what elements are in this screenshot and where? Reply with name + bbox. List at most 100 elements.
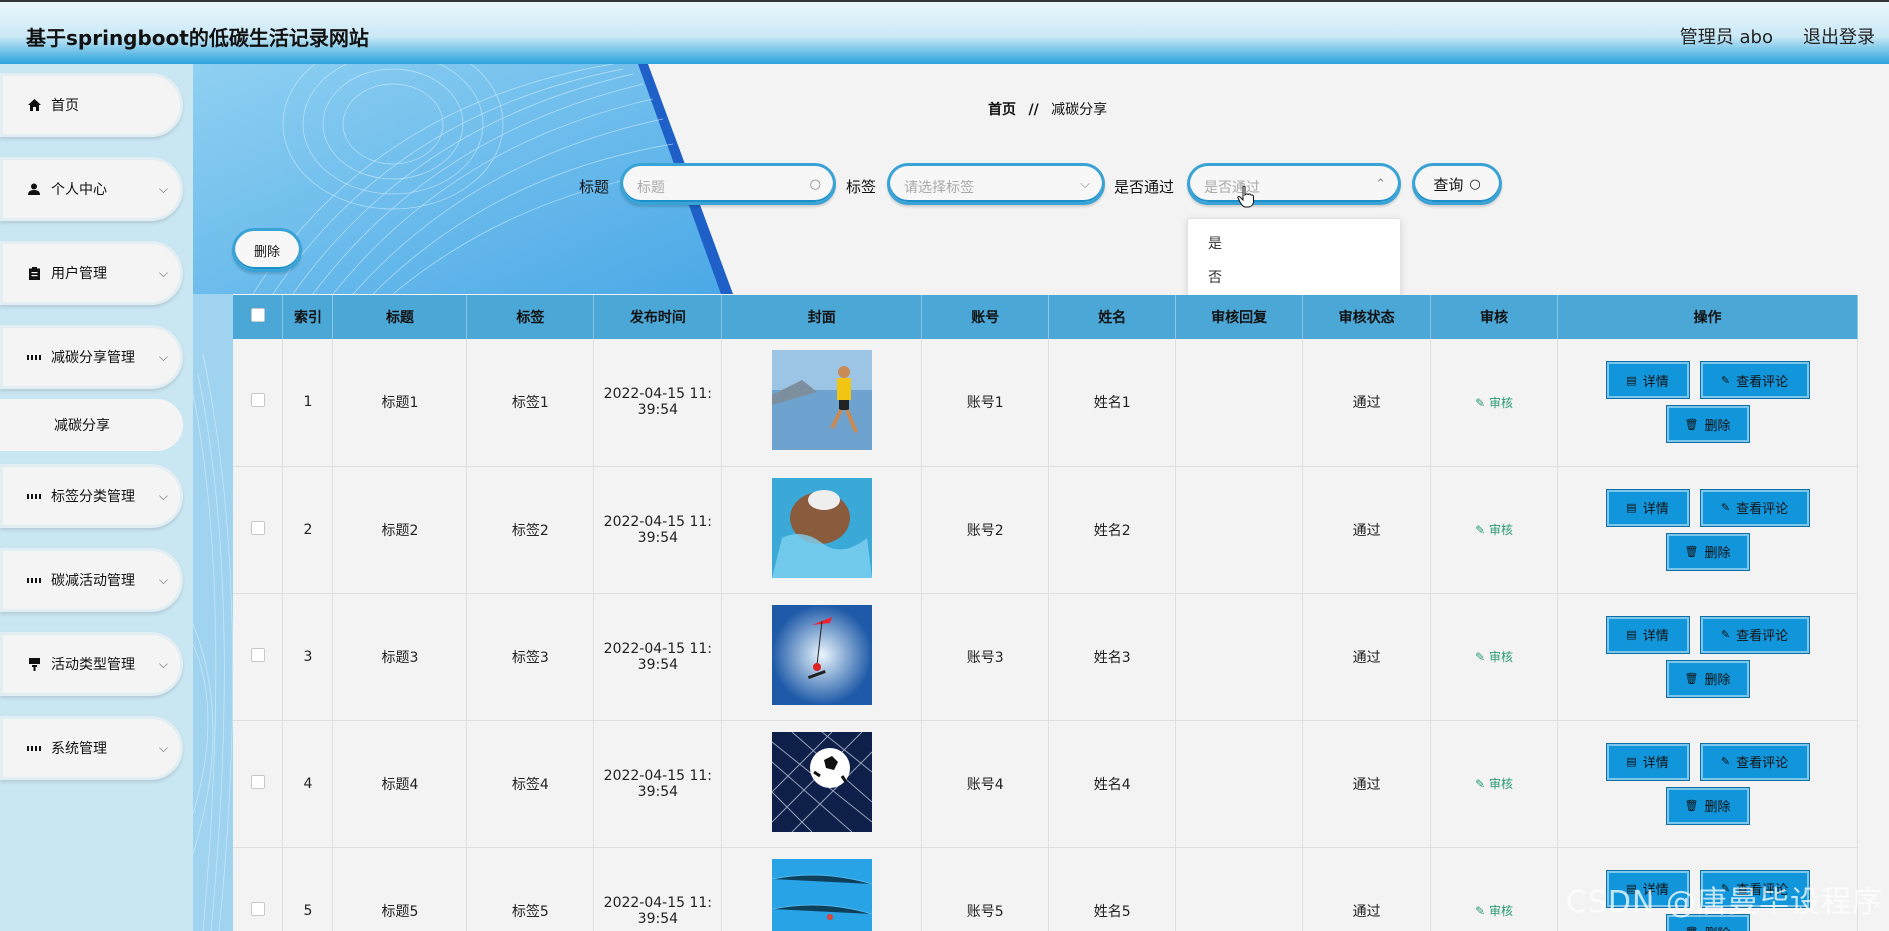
publish-time-part2: 39:54 [637,656,679,673]
detail-button[interactable]: ▤ 详情 [1606,616,1689,653]
share-table: 索引 标题 标签 发布时间 封面 账号 姓名 审核回复 审核状态 审核 操作 1… [233,295,1858,931]
audit-link[interactable]: ✎ 审核 [1475,523,1513,537]
sidebar-item-home[interactable]: 首页 [0,73,183,137]
table-row: 2 标题2 标签2 2022-04-15 11: 39:54 账号2 姓名2 通过 ✎ 审核 ▤ 详… [233,466,1858,594]
cell-cover [721,720,923,848]
publish-time-part2: 39:54 [637,402,679,419]
cell-publish-time: 2022-04-15 11: 39:54 [593,593,723,721]
column-header: 姓名 [1048,295,1177,339]
row-checkbox[interactable] [250,393,265,408]
sidebar-item-users[interactable]: 用户管理 ⌵ [0,241,183,305]
row-checkbox-cell[interactable] [233,847,284,931]
sidebar-item-personal[interactable]: 个人中心 ⌵ [0,157,183,221]
audit-link[interactable]: ✎ 审核 [1475,650,1513,664]
sidebar-item-label: 系统管理 [51,741,107,757]
table-header-row: 索引 标题 标签 发布时间 封面 账号 姓名 审核回复 审核状态 审核 操作 [233,295,1858,339]
cell-index: 4 [282,720,334,848]
query-button[interactable]: 查询 ○ [1412,163,1502,205]
cover-image[interactable] [771,604,872,705]
edit-icon: ✎ [1720,755,1731,768]
sidebar-item-activity-type[interactable]: 活动类型管理 ⌵ [0,632,183,696]
sidebar-item-tag-category[interactable]: 标签分类管理 ⌵ [0,464,183,528]
table-row: 1 标题1 标签1 2022-04-15 11: 39:54 账号1 姓名1 通过 ✎ 审核 ▤ 详… [233,339,1858,467]
detail-button[interactable]: ▤ 详情 [1606,743,1689,780]
trash-icon: 🗑 [1685,926,1699,931]
detail-button[interactable]: ▤ 详情 [1606,362,1689,399]
cover-image[interactable] [771,477,872,578]
title-filter-label: 标题 [579,178,610,196]
query-button-label: 查询 [1433,175,1464,194]
view-comments-button[interactable]: ✎ 查看评论 [1700,616,1809,653]
row-checkbox-cell[interactable] [233,720,284,848]
pass-filter-label: 是否通过 [1114,178,1175,196]
cell-cover [721,339,923,467]
cell-audit-reply [1175,339,1304,467]
sidebar-subitem-share[interactable]: 减碳分享 [0,399,183,451]
cell-audit: ✎ 审核 [1430,847,1559,931]
logout-link[interactable]: 退出登录 [1803,23,1875,49]
row-checkbox-cell[interactable] [233,339,284,467]
admin-label[interactable]: 管理员 abo [1680,23,1773,49]
row-checkbox[interactable] [250,520,265,535]
pass-select[interactable]: 是否通过 ⌃ [1187,163,1401,205]
cover-image[interactable] [771,350,872,451]
cell-account: 账号4 [921,720,1050,848]
sidebar-item-label: 碳减活动管理 [51,573,135,589]
breadcrumb-current: 减碳分享 [1051,102,1108,118]
cover-image[interactable] [771,858,872,931]
select-all-checkbox-cell[interactable] [233,295,284,339]
tag-select-placeholder: 请选择标签 [904,180,974,196]
row-checkbox[interactable] [250,901,265,916]
dropdown-option-no[interactable]: 否 [1208,267,1222,287]
title-search-input[interactable]: 标题 ○ [620,163,836,205]
cell-tag: 标签3 [466,593,595,721]
chevron-up-icon: ⌃ [1375,177,1386,192]
batch-delete-button[interactable]: 删除 [232,228,302,272]
audit-link-label: 审核 [1488,777,1513,791]
edit-icon: ✎ [1475,523,1489,537]
view-comments-button[interactable]: ✎ 查看评论 [1700,743,1809,780]
delete-button[interactable]: 🗑 删除 [1666,406,1749,443]
row-checkbox[interactable] [250,647,265,662]
delete-button-label: 删除 [1704,673,1731,688]
cell-cover [721,466,923,594]
row-checkbox-cell[interactable] [233,466,284,594]
column-header: 发布时间 [593,295,723,339]
sidebar-item-system[interactable]: 系统管理 ⌵ [0,716,183,780]
batch-delete-label: 删除 [253,244,280,260]
cell-title: 标题3 [332,593,468,721]
delete-button[interactable]: 🗑 删除 [1666,660,1749,697]
cover-image[interactable] [771,731,873,832]
audit-link[interactable]: ✎ 审核 [1475,904,1513,918]
row-checkbox[interactable] [250,774,265,789]
tag-select[interactable]: 请选择标签 ⌵ [887,163,1105,205]
detail-button[interactable]: ▤ 详情 [1606,489,1689,526]
view-comments-button[interactable]: ✎ 查看评论 [1700,362,1809,399]
view-comments-button[interactable]: ✎ 查看评论 [1700,489,1809,526]
breadcrumb-home[interactable]: 首页 [988,102,1016,118]
select-all-checkbox[interactable] [250,308,265,322]
column-header: 标题 [332,295,468,339]
audit-link[interactable]: ✎ 审核 [1475,777,1513,791]
document-icon: ▤ [1626,628,1637,641]
pass-select-dropdown: 是 否 [1187,218,1401,298]
cell-publish-time: 2022-04-15 11: 39:54 [593,847,723,931]
home-icon [27,98,41,112]
breadcrumb-separator: // [1028,102,1039,118]
delete-button[interactable]: 🗑 删除 [1666,787,1749,824]
cell-audit: ✎ 审核 [1430,466,1559,594]
tag-filter-label: 标签 [846,178,877,196]
cell-index: 5 [282,847,334,931]
audit-link[interactable]: ✎ 审核 [1475,396,1513,410]
sidebar-item-share-management[interactable]: 减碳分享管理 ⌵ [0,325,183,389]
row-checkbox-cell[interactable] [233,593,284,721]
sidebar-item-activity[interactable]: 碳减活动管理 ⌵ [0,548,183,612]
edit-icon: ✎ [1475,904,1489,918]
chevron-down-icon: ⌵ [1080,177,1090,192]
sidebar-item-label: 首页 [51,98,79,114]
sidebar-item-label: 个人中心 [51,182,107,198]
column-header: 审核回复 [1175,295,1304,339]
edit-icon: ✎ [1720,501,1731,514]
dropdown-option-yes[interactable]: 是 [1208,233,1222,253]
delete-button[interactable]: 🗑 删除 [1666,533,1749,570]
